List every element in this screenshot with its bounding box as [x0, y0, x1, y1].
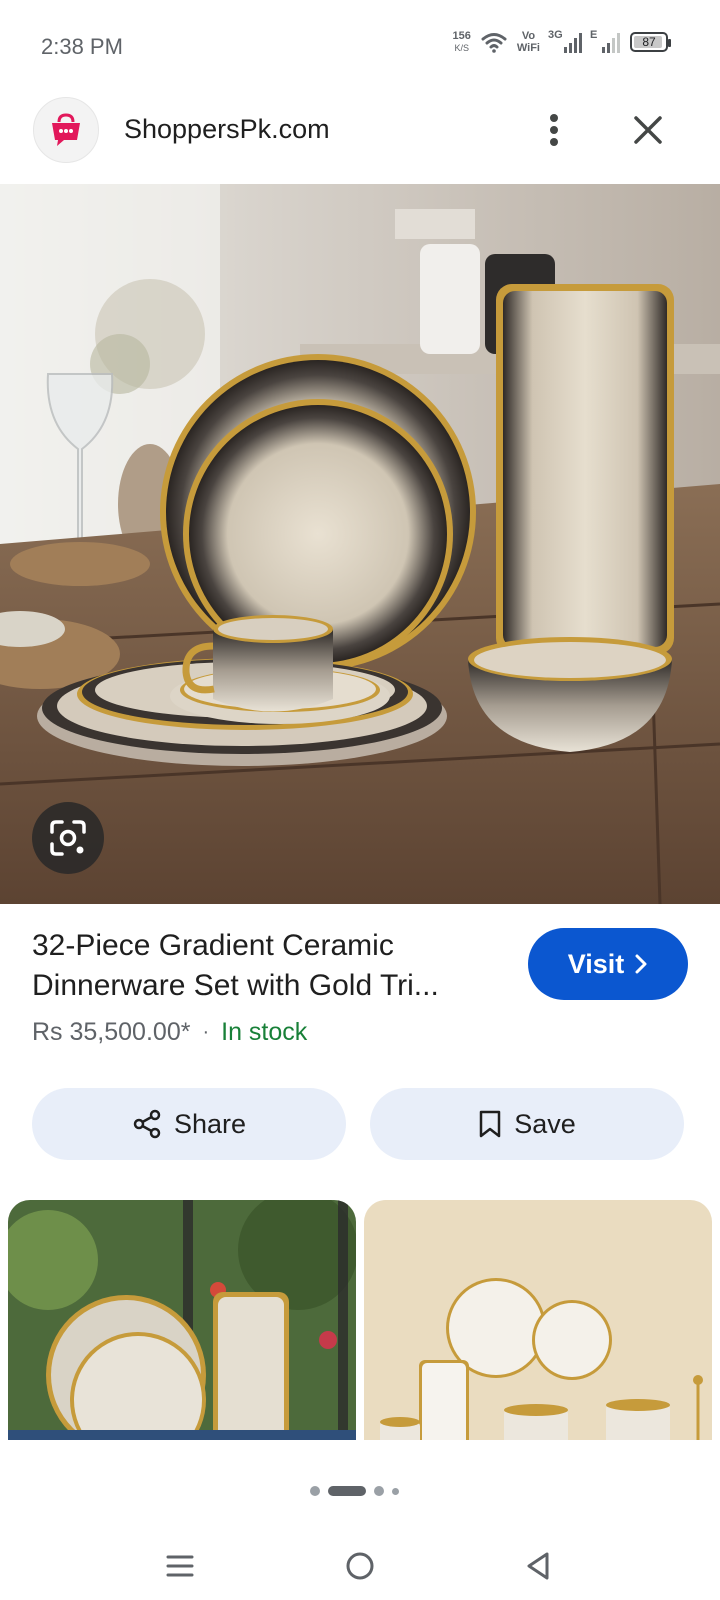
back-button[interactable] [514, 1542, 562, 1590]
separator-dot: · [202, 1021, 210, 1043]
vowifi-indicator: Vo WiFi [517, 30, 540, 54]
visit-button[interactable]: Visit [528, 928, 688, 1000]
save-button[interactable]: Save [370, 1088, 684, 1160]
more-vert-icon [550, 114, 558, 146]
product-price: Rs 35,500.00* [32, 1018, 191, 1046]
vowifi-bottom: WiFi [516, 42, 540, 54]
wifi-icon [481, 33, 507, 53]
related-photo-studio [364, 1200, 712, 1440]
network-speed-value: 156 [452, 30, 471, 42]
save-label: Save [514, 1108, 576, 1139]
system-nav-bar [0, 1530, 720, 1600]
signal-3g-label: 3G [548, 29, 563, 41]
recents-button[interactable] [156, 1542, 204, 1590]
share-icon [133, 1109, 161, 1139]
status-bar: 2:38 PM 156 K/S Vo WiFi 3G E 87 [0, 0, 720, 92]
lens-search-icon [50, 820, 86, 856]
chevron-right-icon [635, 954, 647, 974]
signal-e-label: E [590, 29, 598, 41]
more-options-button[interactable] [532, 108, 576, 152]
pager-dot[interactable] [310, 1486, 320, 1496]
status-time: 2:38 PM [41, 34, 123, 59]
bookmark-icon [479, 1110, 501, 1138]
related-image[interactable] [364, 1200, 712, 1440]
shopping-bag-chat-icon [52, 113, 80, 146]
visit-label: Visit [567, 948, 625, 979]
related-image[interactable] [8, 1200, 356, 1440]
product-image[interactable] [0, 184, 720, 904]
network-speed-unit: K/S [454, 43, 469, 53]
image-pager [310, 1486, 399, 1496]
site-logo[interactable] [33, 97, 99, 163]
close-icon [634, 116, 662, 144]
product-title[interactable]: 32-Piece Gradient Ceramic Dinnerware Set… [32, 926, 502, 1006]
menu-icon [166, 1555, 194, 1577]
share-label: Share [173, 1108, 247, 1139]
google-lens-button[interactable] [32, 802, 104, 874]
battery-level: 87 [642, 35, 656, 49]
close-button[interactable] [626, 108, 670, 152]
dinnerware-photo [0, 184, 720, 904]
signal-e-icon: E [590, 29, 620, 53]
site-name[interactable]: ShoppersPk.com [124, 114, 330, 145]
status-icons: 156 K/S Vo WiFi 3G E 87 [453, 29, 671, 54]
network-speed: 156 K/S [453, 30, 471, 54]
share-button[interactable]: Share [32, 1088, 346, 1160]
site-header: ShoppersPk.com [0, 92, 720, 184]
pager-dot-active[interactable] [328, 1486, 366, 1496]
battery-icon: 87 [630, 32, 671, 52]
pager-dot[interactable] [374, 1486, 384, 1496]
back-triangle-icon [527, 1552, 549, 1580]
signal-3g-icon: 3G [548, 29, 582, 53]
pager-dot[interactable] [392, 1487, 399, 1495]
vowifi-top: Vo [521, 30, 536, 42]
home-button[interactable] [336, 1542, 384, 1590]
home-circle-icon [346, 1552, 374, 1580]
stock-status: In stock [221, 1018, 308, 1046]
related-photo-garden [8, 1200, 356, 1440]
price-row: Rs 35,500.00* · In stock [32, 1018, 307, 1047]
